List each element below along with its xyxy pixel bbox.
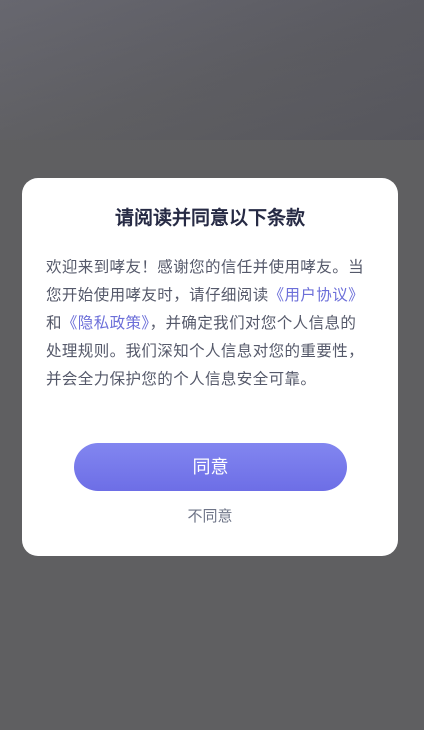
privacy-policy-link[interactable]: 《隐私政策》 (62, 314, 150, 332)
background-image-shadow (0, 0, 424, 140)
body-text-and: 和 (46, 314, 62, 332)
agree-button[interactable]: 同意 (74, 443, 347, 491)
disagree-button[interactable]: 不同意 (22, 506, 398, 526)
dialog-body-text: 欢迎来到哮友！感谢您的信任并使用哮友。当您开始使用哮友时，请仔细阅读《用户协议》… (46, 253, 366, 393)
user-agreement-link[interactable]: 《用户协议》 (269, 286, 364, 304)
terms-consent-dialog: 请阅读并同意以下条款 欢迎来到哮友！感谢您的信任并使用哮友。当您开始使用哮友时，… (22, 178, 398, 556)
dialog-title: 请阅读并同意以下条款 (114, 207, 305, 229)
